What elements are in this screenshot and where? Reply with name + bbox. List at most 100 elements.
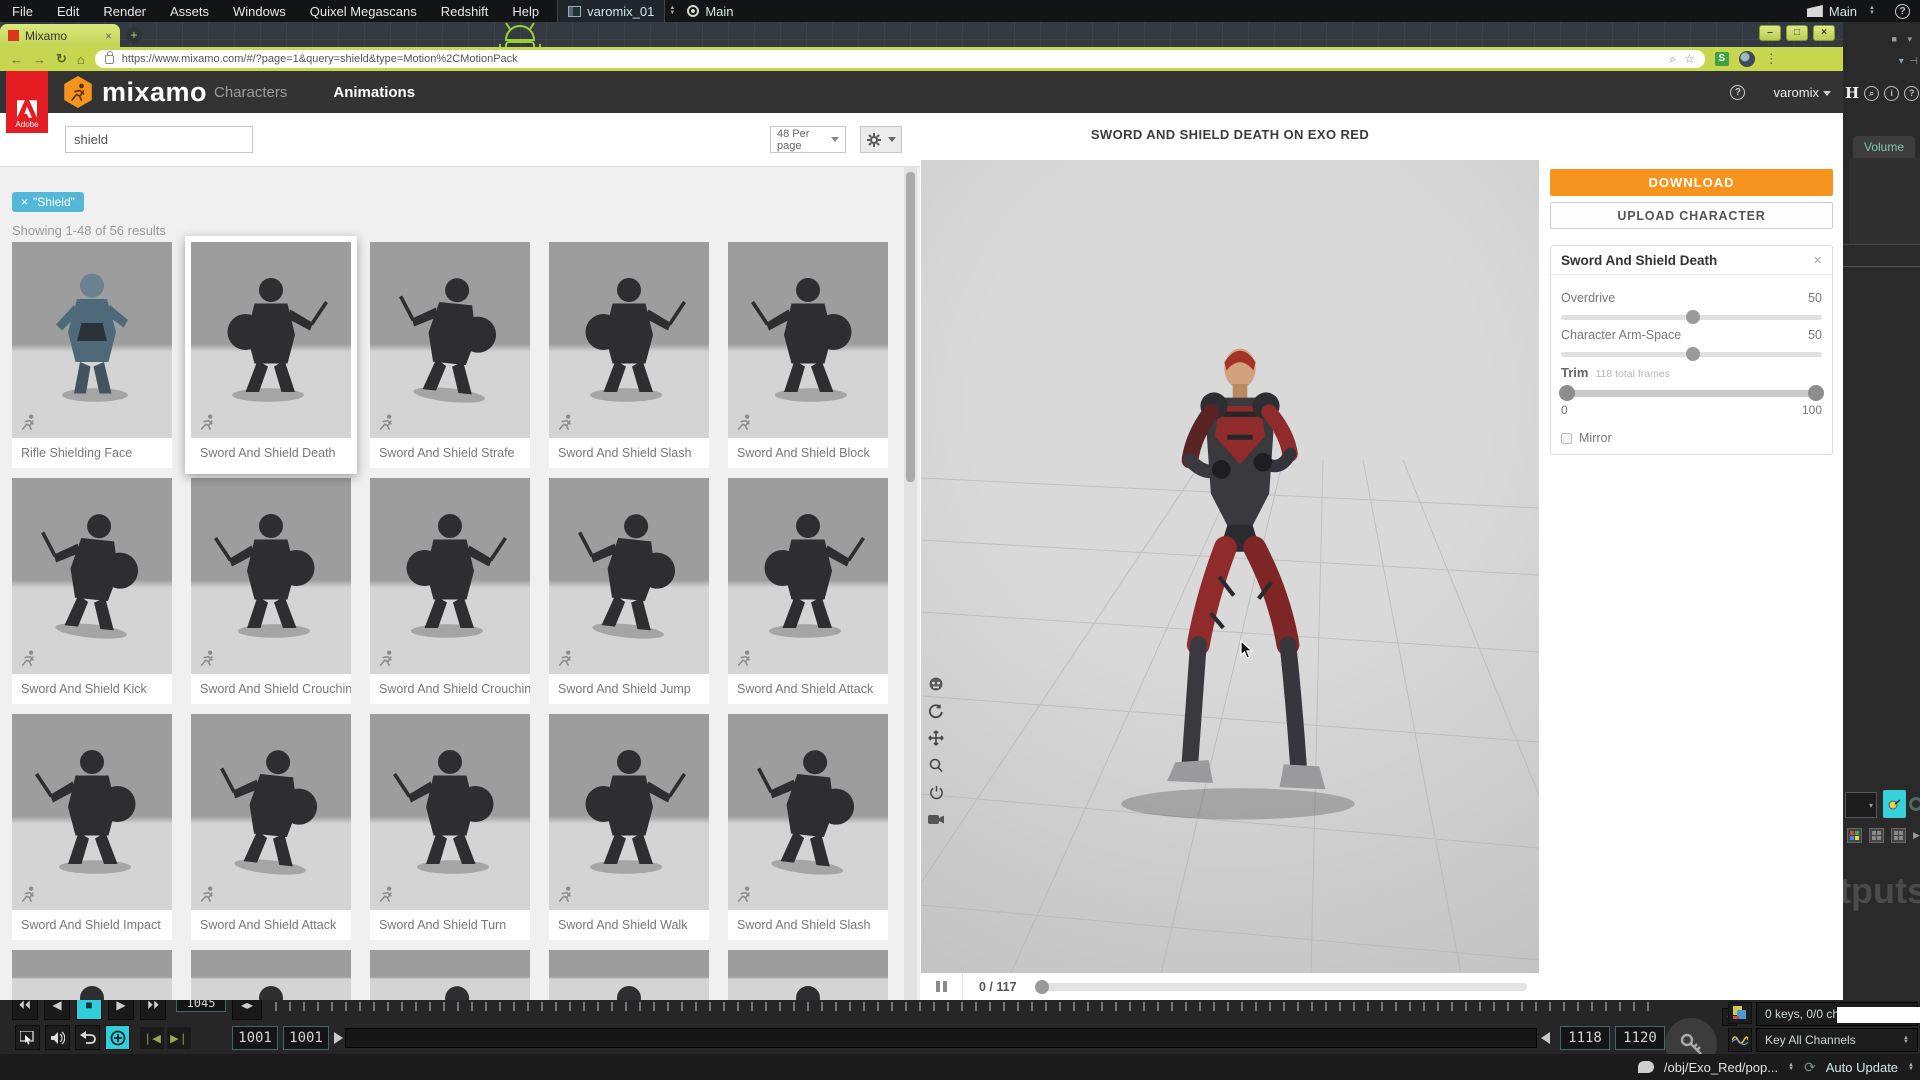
timeline-handle[interactable] (1035, 980, 1049, 994)
animation-card[interactable]: Sword And Shield Kick (12, 478, 172, 704)
search-icon[interactable]: ⌕ (1864, 86, 1879, 101)
animation-card[interactable]: Sword And Shield Crouching (370, 478, 530, 704)
grid-view-icon[interactable] (1869, 828, 1884, 843)
nav-animations[interactable]: Animations (333, 84, 415, 101)
range-start-field[interactable]: 1118 (1560, 1026, 1610, 1050)
playbar-right-arrow[interactable] (1541, 1032, 1550, 1044)
animation-card[interactable]: Sword And Shield Slash (549, 242, 709, 468)
animation-card[interactable]: Sword And Shield Attack (191, 714, 351, 940)
animation-card[interactable]: Sword And Shield Strafe (370, 242, 530, 468)
mixamo-logo[interactable]: mixamo (62, 76, 207, 108)
animation-card[interactable]: Rifle Shielding Face (12, 242, 172, 468)
info-icon[interactable]: i (1884, 86, 1899, 101)
window-close-button[interactable]: × (1813, 25, 1835, 41)
user-menu[interactable]: varomix (1773, 85, 1831, 100)
per-page-select[interactable]: 48 Per page (770, 126, 846, 153)
animation-card[interactable]: Sword And Shield Turn (370, 714, 530, 940)
zoom-icon[interactable] (927, 756, 945, 774)
network-dropdown[interactable]: ▾ (1845, 792, 1877, 818)
keyframe-button[interactable] (105, 1025, 130, 1050)
menu-help[interactable]: Help (500, 4, 551, 19)
profile-avatar[interactable] (1739, 51, 1755, 67)
animation-card[interactable]: Sword And Shield Slash (728, 714, 888, 940)
menu-file[interactable]: File (0, 4, 45, 19)
pane-tab-main[interactable]: Main (1799, 4, 1865, 19)
camera-icon[interactable] (927, 810, 945, 828)
results-scrollbar[interactable] (904, 166, 917, 1000)
trim-start-handle[interactable] (1559, 385, 1575, 401)
message-icon[interactable] (1638, 1061, 1654, 1073)
url-bar[interactable]: https://www.mixamo.com/#/?page=1&query=s… (95, 50, 1705, 68)
character-face-icon[interactable] (927, 675, 945, 693)
frame-step-icon[interactable]: ◂▸ (232, 1000, 262, 1020)
auto-update-select[interactable]: Auto Update (1826, 1060, 1898, 1075)
panel-close-icon[interactable]: × (1813, 252, 1822, 269)
forward-icon[interactable]: → (33, 52, 46, 67)
range-end-field[interactable]: 1120 (1615, 1026, 1665, 1050)
browser-menu-icon[interactable]: ⋮ (1765, 51, 1778, 67)
tab-volume[interactable]: Volume (1853, 136, 1915, 158)
window-maximize-button[interactable]: □ (1786, 25, 1808, 41)
animation-card[interactable]: Sword And Shield Block (728, 242, 888, 468)
url-text[interactable]: https://www.mixamo.com/#/?page=1&query=s… (122, 53, 1662, 65)
filter-chip-shield[interactable]: × "Shield" (12, 192, 84, 212)
arm-space-slider[interactable] (1561, 352, 1822, 357)
nav-characters[interactable]: Characters (214, 84, 287, 101)
adobe-logo[interactable]: Adobe (6, 71, 48, 133)
timeline-slider[interactable] (1035, 983, 1527, 991)
spinner-icon[interactable]: ▲▼ (669, 6, 675, 16)
arm-space-handle[interactable] (1686, 347, 1700, 361)
frame-field[interactable]: 1001 (283, 1026, 329, 1050)
menu-windows[interactable]: Windows (221, 4, 298, 19)
spinner-icon[interactable]: ▲▼ (1869, 6, 1875, 16)
overdrive-handle[interactable] (1686, 310, 1700, 324)
tab-close-icon[interactable]: × (105, 29, 112, 43)
playbar-display-icon[interactable] (15, 1025, 40, 1050)
undo-arrow-icon[interactable] (75, 1025, 100, 1050)
rotate-icon[interactable] (927, 702, 945, 720)
animation-card[interactable]: Sword And Shield Walk (549, 714, 709, 940)
houdini-help-icon[interactable]: ? (1895, 4, 1910, 19)
palette-icon[interactable] (1847, 828, 1862, 843)
pane-mini-icons[interactable]: ■ ▾ (1892, 34, 1916, 45)
search-input[interactable] (66, 132, 258, 147)
menu-edit[interactable]: Edit (45, 4, 91, 19)
animation-card[interactable] (549, 950, 709, 1000)
jump-start-icon[interactable]: ⏴⏴ (12, 1000, 38, 1020)
zoom-page-icon[interactable]: ⌕ (1669, 52, 1676, 67)
menu-render[interactable]: Render (91, 4, 158, 19)
viewport-3d[interactable] (921, 160, 1539, 973)
animation-card[interactable] (12, 950, 172, 1000)
new-tab-button[interactable]: + (126, 27, 142, 43)
spinner-icon[interactable]: ▲▼ (1788, 1063, 1794, 1071)
bookmark-star-icon[interactable]: ☆ (1684, 52, 1695, 66)
animation-card[interactable]: Sword And Shield Jump (549, 478, 709, 704)
current-frame-field[interactable]: 1001 (232, 1026, 278, 1050)
trim-end-handle[interactable] (1808, 385, 1824, 401)
menu-redshift[interactable]: Redshift (429, 4, 501, 19)
target-icon[interactable] (1909, 792, 1920, 816)
timeline-scroll-track[interactable] (345, 1028, 1537, 1048)
pan-move-icon[interactable] (927, 729, 945, 747)
trim-range-slider[interactable] (1561, 390, 1822, 397)
pin-icon[interactable]: ▾ ⊣ (1899, 56, 1918, 67)
power-reset-icon[interactable] (927, 783, 945, 801)
scrollbar-thumb[interactable] (906, 172, 915, 482)
pause-button[interactable] (921, 973, 963, 1000)
animation-card[interactable] (370, 950, 530, 1000)
window-minimize-button[interactable]: – (1759, 25, 1781, 41)
desktop-tab-varomix01[interactable]: varomix_01 (557, 0, 665, 22)
key-all-channels-select[interactable]: Key All Channels▲▼ (1756, 1028, 1918, 1052)
reload-icon[interactable]: ↻ (56, 51, 67, 67)
layout-icon[interactable] (1891, 828, 1906, 843)
next-keyframe-icon[interactable]: ▶❘ (167, 1027, 191, 1049)
animation-card[interactable]: Sword And Shield Impact (12, 714, 172, 940)
extension-icon[interactable]: S (1715, 52, 1729, 66)
playbar-left-arrow[interactable] (334, 1032, 343, 1044)
node-state-icon[interactable] (1883, 790, 1906, 818)
browser-tab-mixamo[interactable]: Mixamo × (0, 24, 120, 47)
animation-card[interactable]: Sword And Shield Attack (728, 478, 888, 704)
play-reverse-icon[interactable]: ◀ (44, 1000, 70, 1020)
desktop-tab-main[interactable]: Main (679, 4, 741, 19)
chip-close-icon[interactable]: × (21, 195, 28, 209)
